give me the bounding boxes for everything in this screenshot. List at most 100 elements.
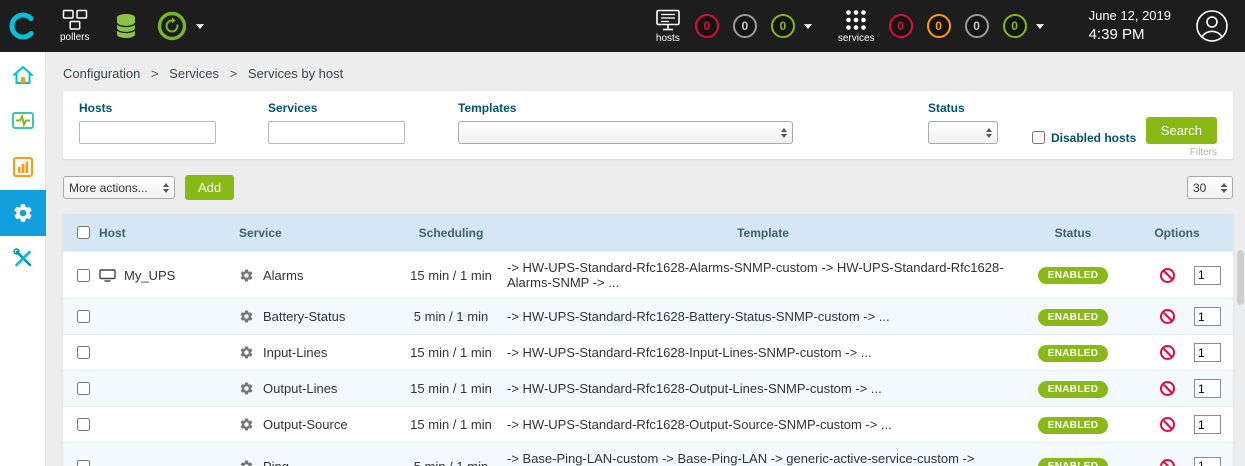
- hosts-filter-input[interactable]: [79, 121, 216, 144]
- template-cell: -> HW-UPS-Standard-Rfc1628-Alarms-SNMP-c…: [501, 252, 1025, 299]
- topbar: pollers: [0, 0, 1245, 52]
- more-actions-select[interactable]: More actions...: [63, 176, 175, 199]
- hosts-label: hosts: [656, 33, 680, 44]
- row-select-checkbox[interactable]: [77, 382, 90, 395]
- disable-service-icon[interactable]: [1160, 345, 1175, 360]
- disable-service-icon[interactable]: [1160, 381, 1175, 396]
- select-all-checkbox[interactable]: [77, 226, 90, 239]
- scrollbar[interactable]: [1237, 250, 1244, 305]
- disable-service-icon[interactable]: [1160, 268, 1175, 283]
- duplicate-count-input[interactable]: [1194, 379, 1221, 398]
- service-name[interactable]: Battery-Status: [263, 309, 345, 324]
- row-select-checkbox[interactable]: [77, 418, 90, 431]
- hosts-down-counter[interactable]: 0: [695, 14, 719, 38]
- duplicate-count-input[interactable]: [1194, 415, 1221, 434]
- status-select[interactable]: [928, 121, 998, 144]
- host-icon: [99, 269, 116, 282]
- services-chevron-down-icon[interactable]: [1036, 24, 1044, 29]
- database-icon[interactable]: [115, 13, 137, 39]
- duplicate-count-input[interactable]: [1194, 266, 1221, 285]
- sidebar-item-reports[interactable]: [0, 144, 46, 190]
- hosts-menu[interactable]: hosts: [655, 9, 681, 44]
- row-select-checkbox[interactable]: [77, 310, 90, 323]
- service-gear-icon: [239, 459, 254, 466]
- table-row: Output-Source 15 min / 1 min -> HW-UPS-S…: [63, 407, 1233, 443]
- pollers-menu[interactable]: pollers: [60, 9, 89, 43]
- disable-service-icon[interactable]: [1160, 417, 1175, 432]
- disable-service-icon[interactable]: [1160, 459, 1175, 466]
- services-filter-input[interactable]: [268, 121, 405, 144]
- hosts-unreachable-counter[interactable]: 0: [733, 14, 757, 38]
- actions-row: More actions... Add 30: [63, 175, 1233, 200]
- status-badge: ENABLED: [1038, 417, 1108, 434]
- services-filter: Services: [268, 101, 405, 144]
- duplicate-count-input[interactable]: [1194, 307, 1221, 326]
- breadcrumb-item-services[interactable]: Services: [169, 66, 219, 81]
- services-status-group: services 0 0 0 0: [838, 8, 1044, 44]
- user-icon: [1195, 9, 1229, 43]
- status-filter: Status: [928, 101, 998, 144]
- template-cell: -> HW-UPS-Standard-Rfc1628-Output-Lines-…: [501, 371, 1025, 407]
- row-select-checkbox[interactable]: [77, 460, 90, 466]
- row-select-checkbox[interactable]: [77, 346, 90, 359]
- sidebar-item-configuration[interactable]: [0, 190, 46, 236]
- host-name[interactable]: My_UPS: [124, 268, 175, 283]
- current-time: 4:39 PM: [1089, 25, 1171, 45]
- hosts-status-group: hosts 0 0 0: [655, 9, 812, 44]
- service-gear-icon: [239, 417, 254, 432]
- service-name[interactable]: Output-Lines: [263, 381, 337, 396]
- sidebar-item-administration[interactable]: [0, 236, 46, 282]
- duplicate-count-input[interactable]: [1194, 343, 1221, 362]
- select-arrows-icon: [163, 183, 169, 193]
- hosts-up-counter[interactable]: 0: [771, 14, 795, 38]
- disable-service-icon[interactable]: [1160, 309, 1175, 324]
- service-name[interactable]: Ping: [263, 459, 289, 466]
- header-status[interactable]: Status: [1025, 214, 1121, 252]
- row-select-checkbox[interactable]: [77, 269, 90, 282]
- service-name[interactable]: Input-Lines: [263, 345, 327, 360]
- user-profile-button[interactable]: [1195, 9, 1229, 43]
- services-label: services: [838, 33, 875, 44]
- header-service[interactable]: Service: [233, 214, 401, 252]
- hosts-filter-label: Hosts: [79, 101, 216, 115]
- platform-status-icon[interactable]: [157, 11, 187, 41]
- duplicate-count-input[interactable]: [1194, 457, 1221, 466]
- search-button[interactable]: Search: [1146, 117, 1217, 144]
- service-name[interactable]: Output-Source: [263, 417, 348, 432]
- services-warning-counter[interactable]: 0: [927, 14, 951, 38]
- scheduling-cell: 5 min / 1 min: [401, 299, 501, 335]
- services-menu[interactable]: services: [838, 8, 875, 44]
- header-options[interactable]: Options: [1121, 214, 1233, 252]
- table-row: My_UPS Alarms 15 min / 1 min -> HW-UPS-S…: [63, 252, 1233, 299]
- status-badge: ENABLED: [1038, 345, 1108, 362]
- page: pollers: [0, 0, 1245, 466]
- disabled-hosts-checkbox[interactable]: [1032, 131, 1045, 144]
- template-cell: -> HW-UPS-Standard-Rfc1628-Battery-Statu…: [501, 299, 1025, 335]
- select-arrows-icon: [781, 128, 787, 138]
- page-size-select[interactable]: 30: [1187, 176, 1233, 199]
- header-host[interactable]: Host: [93, 214, 233, 252]
- service-name[interactable]: Alarms: [263, 268, 303, 283]
- hosts-chevron-down-icon[interactable]: [804, 24, 812, 29]
- add-button[interactable]: Add: [185, 175, 234, 200]
- pollers-label: pollers: [60, 32, 89, 43]
- services-icon: [844, 8, 868, 32]
- sidebar-item-home[interactable]: [0, 52, 46, 98]
- disabled-hosts-toggle[interactable]: Disabled hosts: [1028, 128, 1136, 147]
- breadcrumb-separator: >: [151, 66, 159, 81]
- header-scheduling[interactable]: Scheduling: [401, 214, 501, 252]
- templates-filter-label: Templates: [458, 101, 793, 115]
- header-template[interactable]: Template: [501, 214, 1025, 252]
- breadcrumb-item-configuration[interactable]: Configuration: [63, 66, 140, 81]
- scheduling-cell: 5 min / 1 min: [401, 443, 501, 466]
- platform-chevron-down-icon[interactable]: [196, 24, 204, 29]
- breadcrumb-item-services-by-host[interactable]: Services by host: [248, 66, 343, 81]
- centreon-logo[interactable]: [0, 0, 46, 52]
- sidebar-item-monitoring[interactable]: [0, 98, 46, 144]
- services-critical-counter[interactable]: 0: [889, 14, 913, 38]
- home-icon: [11, 63, 35, 87]
- services-ok-counter[interactable]: 0: [1003, 14, 1027, 38]
- breadcrumb-separator: >: [230, 66, 238, 81]
- templates-select[interactable]: [458, 121, 793, 144]
- services-unknown-counter[interactable]: 0: [965, 14, 989, 38]
